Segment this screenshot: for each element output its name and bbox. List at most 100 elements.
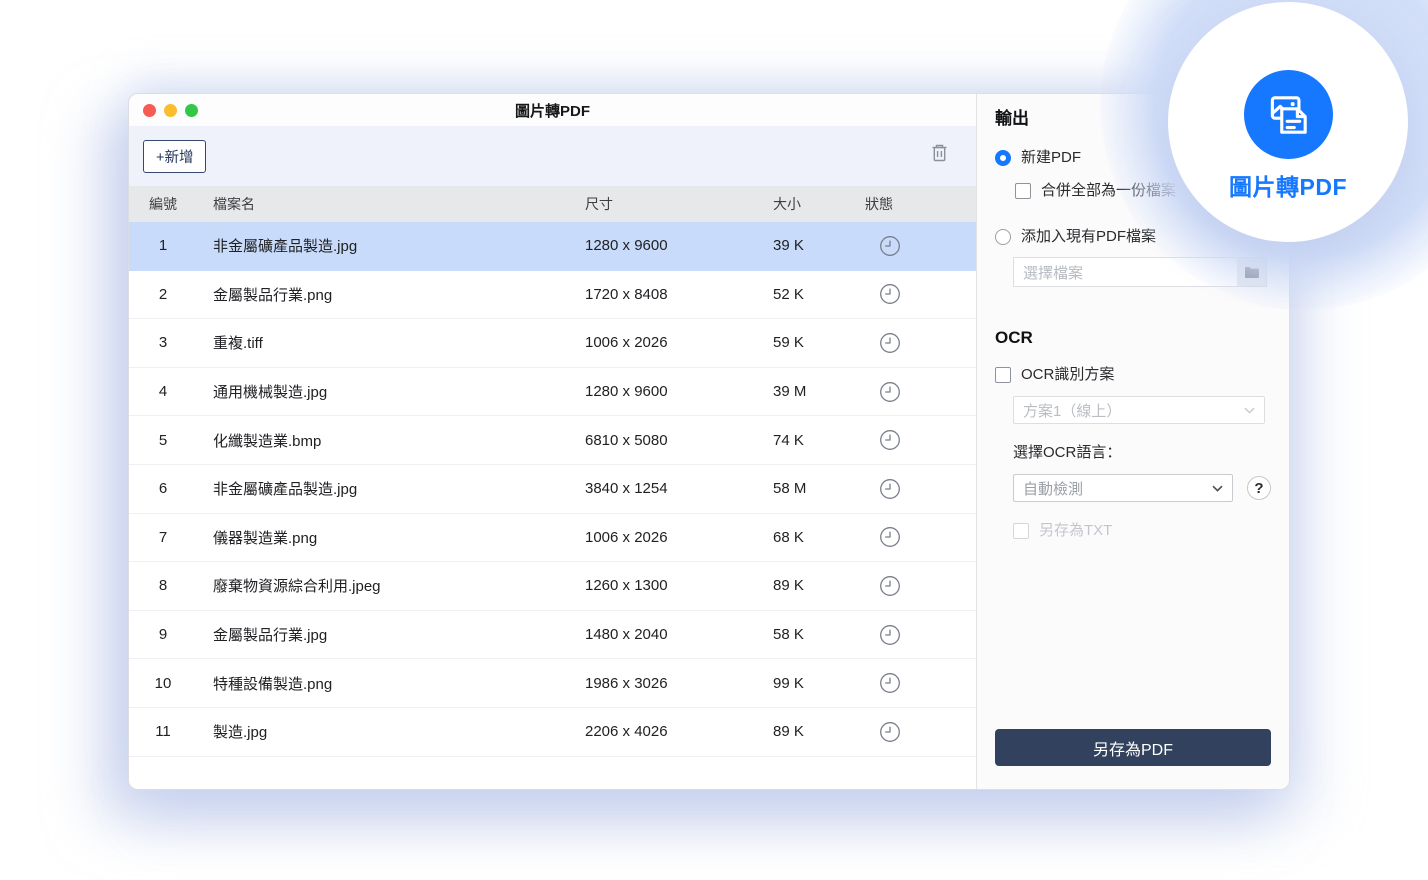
file-picker-group: 選擇檔案 xyxy=(1013,257,1267,287)
save-as-pdf-button[interactable]: 另存為PDF xyxy=(995,729,1271,766)
ocr-language-value: 自動檢測 xyxy=(1023,478,1083,499)
table-row[interactable]: 4 通用機械製造.jpg 1280 x 9600 39 M xyxy=(129,368,976,417)
row-size: 58 K xyxy=(773,626,865,643)
row-size: 39 M xyxy=(773,383,865,400)
ocr-plan-select[interactable]: 方案1（線上） xyxy=(1013,396,1265,424)
row-index: 2 xyxy=(129,286,197,303)
clock-icon xyxy=(865,332,976,354)
app-badge: 圖片轉PDF xyxy=(1168,2,1408,242)
minimize-button[interactable] xyxy=(164,104,177,117)
trash-icon xyxy=(930,143,949,163)
clock-icon xyxy=(865,478,976,500)
append-pdf-option[interactable]: 添加入現有PDF檔案 xyxy=(995,227,1271,247)
checkbox-icon xyxy=(1015,183,1031,199)
ocr-language-select[interactable]: 自動檢測 xyxy=(1013,474,1233,502)
toolbar: +新增 xyxy=(129,126,976,186)
row-size: 68 K xyxy=(773,529,865,546)
clock-icon xyxy=(865,624,976,646)
row-dimensions: 6810 x 5080 xyxy=(585,432,773,449)
table-body: 1 非金屬礦產品製造.jpg 1280 x 9600 39 K 2 金屬製品行業… xyxy=(129,222,976,789)
row-index: 11 xyxy=(129,723,197,740)
row-index: 9 xyxy=(129,626,197,643)
append-label: 添加入現有PDF檔案 xyxy=(1021,227,1156,247)
row-filename: 製造.jpg xyxy=(197,721,585,742)
table-header: 編號 檔案名 尺寸 大小 狀態 xyxy=(129,186,976,222)
ocr-heading: OCR xyxy=(995,328,1271,348)
delete-button[interactable] xyxy=(926,140,952,166)
checkbox-disabled-icon xyxy=(1013,523,1029,539)
clock-icon xyxy=(865,721,976,743)
table-row[interactable]: 3 重複.tiff 1006 x 2026 59 K xyxy=(129,319,976,368)
zoom-button[interactable] xyxy=(185,104,198,117)
table-row[interactable]: 8 廢棄物資源綜合利用.jpeg 1260 x 1300 89 K xyxy=(129,562,976,611)
row-dimensions: 3840 x 1254 xyxy=(585,480,773,497)
row-filename: 重複.tiff xyxy=(197,332,585,353)
table-row[interactable]: 7 儀器製造業.png 1006 x 2026 68 K xyxy=(129,514,976,563)
header-status: 狀態 xyxy=(865,194,976,214)
add-files-button[interactable]: +新增 xyxy=(143,140,206,173)
row-size: 89 K xyxy=(773,723,865,740)
chevron-down-icon xyxy=(1212,485,1223,492)
row-index: 10 xyxy=(129,675,197,692)
table-row[interactable]: 10 特種設備製造.png 1986 x 3026 99 K xyxy=(129,659,976,708)
traffic-lights xyxy=(143,94,198,126)
row-size: 89 K xyxy=(773,577,865,594)
row-size: 39 K xyxy=(773,237,865,254)
row-index: 8 xyxy=(129,577,197,594)
browse-button[interactable] xyxy=(1237,257,1267,287)
checkbox-icon xyxy=(995,367,1011,383)
header-dimensions: 尺寸 xyxy=(585,194,773,214)
header-filename: 檔案名 xyxy=(197,194,585,214)
ocr-language-label: 選擇OCR語言： xyxy=(1013,443,1271,463)
row-dimensions: 1280 x 9600 xyxy=(585,383,773,400)
clock-icon xyxy=(865,672,976,694)
table-row[interactable]: 11 製造.jpg 2206 x 4026 89 K xyxy=(129,708,976,757)
row-filename: 非金屬礦產品製造.jpg xyxy=(197,478,585,499)
file-path-input[interactable]: 選擇檔案 xyxy=(1013,257,1237,287)
save-txt-label: 另存為TXT xyxy=(1039,521,1112,541)
folder-icon xyxy=(1244,266,1260,279)
close-button[interactable] xyxy=(143,104,156,117)
image-to-pdf-icon xyxy=(1244,70,1333,159)
row-size: 99 K xyxy=(773,675,865,692)
table-row[interactable]: 5 化纖製造業.bmp 6810 x 5080 74 K xyxy=(129,416,976,465)
clock-icon xyxy=(865,235,976,257)
row-dimensions: 1720 x 8408 xyxy=(585,286,773,303)
ocr-plan-option[interactable]: OCR識別方案 xyxy=(995,365,1271,385)
row-index: 4 xyxy=(129,383,197,400)
table-row[interactable]: 1 非金屬礦產品製造.jpg 1280 x 9600 39 K xyxy=(129,222,976,271)
clock-icon xyxy=(865,381,976,403)
row-index: 5 xyxy=(129,432,197,449)
ocr-language-row: 自動檢測 ? xyxy=(1013,474,1271,502)
row-size: 52 K xyxy=(773,286,865,303)
row-filename: 特種設備製造.png xyxy=(197,673,585,694)
row-index: 7 xyxy=(129,529,197,546)
row-index: 6 xyxy=(129,480,197,497)
table-row[interactable]: 6 非金屬礦產品製造.jpg 3840 x 1254 58 M xyxy=(129,465,976,514)
clock-icon xyxy=(865,575,976,597)
radio-selected-icon xyxy=(995,150,1011,166)
radio-unselected-icon xyxy=(995,229,1011,245)
help-button[interactable]: ? xyxy=(1247,476,1271,500)
row-filename: 儀器製造業.png xyxy=(197,527,585,548)
table-row[interactable]: 9 金屬製品行業.jpg 1480 x 2040 58 K xyxy=(129,611,976,660)
row-filename: 化纖製造業.bmp xyxy=(197,430,585,451)
row-dimensions: 1006 x 2026 xyxy=(585,334,773,351)
row-index: 1 xyxy=(129,237,197,254)
merge-label: 合併全部為一份檔案 xyxy=(1041,181,1176,201)
app-window: 圖片轉PDF +新增 編號 檔案名 尺寸 xyxy=(128,93,1290,790)
row-dimensions: 1480 x 2040 xyxy=(585,626,773,643)
table-row[interactable]: 2 金屬製品行業.png 1720 x 8408 52 K xyxy=(129,271,976,320)
save-txt-option[interactable]: 另存為TXT xyxy=(1013,521,1271,541)
row-size: 74 K xyxy=(773,432,865,449)
row-size: 58 M xyxy=(773,480,865,497)
row-filename: 通用機械製造.jpg xyxy=(197,381,585,402)
new-pdf-label: 新建PDF xyxy=(1021,148,1081,168)
row-filename: 金屬製品行業.png xyxy=(197,284,585,305)
titlebar: 圖片轉PDF xyxy=(129,94,976,126)
chevron-down-icon xyxy=(1244,407,1255,414)
row-dimensions: 1006 x 2026 xyxy=(585,529,773,546)
row-dimensions: 1260 x 1300 xyxy=(585,577,773,594)
header-index: 編號 xyxy=(129,194,197,214)
page: 圖片轉PDF +新增 編號 檔案名 尺寸 xyxy=(0,0,1428,880)
